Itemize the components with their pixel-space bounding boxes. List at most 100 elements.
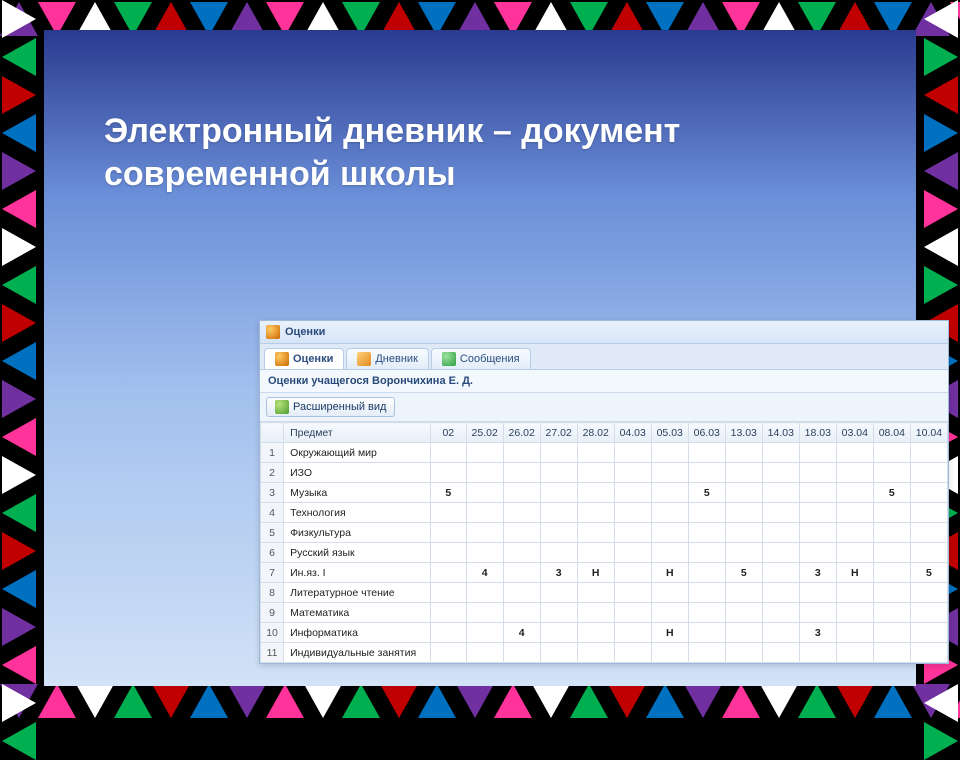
mark-cell[interactable] — [799, 463, 836, 483]
mark-cell[interactable] — [614, 523, 651, 543]
mark-cell[interactable] — [762, 583, 799, 603]
mark-cell[interactable]: 5 — [873, 483, 910, 503]
mark-cell[interactable] — [799, 483, 836, 503]
mark-cell[interactable] — [799, 443, 836, 463]
mark-cell[interactable] — [503, 503, 540, 523]
mark-cell[interactable] — [688, 503, 725, 523]
mark-cell[interactable] — [577, 543, 614, 563]
mark-cell[interactable] — [910, 583, 947, 603]
mark-cell[interactable] — [688, 463, 725, 483]
mark-cell[interactable] — [836, 543, 873, 563]
mark-cell[interactable] — [503, 483, 540, 503]
mark-cell[interactable] — [910, 603, 947, 623]
mark-cell[interactable] — [910, 483, 947, 503]
mark-cell[interactable] — [799, 643, 836, 663]
mark-cell[interactable] — [836, 483, 873, 503]
mark-cell[interactable] — [577, 483, 614, 503]
mark-cell[interactable] — [910, 523, 947, 543]
mark-cell[interactable] — [466, 443, 503, 463]
mark-cell[interactable] — [688, 543, 725, 563]
mark-cell[interactable] — [762, 503, 799, 523]
mark-cell[interactable] — [540, 583, 577, 603]
mark-cell[interactable] — [873, 603, 910, 623]
grades-grid[interactable]: Предмет 0225.0226.0227.0228.0204.0305.03… — [260, 422, 948, 663]
mark-cell[interactable]: 3 — [540, 563, 577, 583]
mark-cell[interactable] — [836, 603, 873, 623]
mark-cell[interactable] — [725, 443, 762, 463]
mark-cell[interactable]: Н — [651, 623, 688, 643]
mark-cell[interactable] — [614, 463, 651, 483]
mark-cell[interactable] — [430, 563, 466, 583]
mark-cell[interactable]: Н — [651, 563, 688, 583]
table-row[interactable]: 8Литературное чтение — [261, 583, 948, 603]
mark-cell[interactable] — [503, 643, 540, 663]
mark-cell[interactable]: 3 — [799, 623, 836, 643]
mark-cell[interactable] — [540, 463, 577, 483]
mark-cell[interactable] — [725, 623, 762, 643]
mark-cell[interactable] — [799, 523, 836, 543]
mark-cell[interactable]: 5 — [688, 483, 725, 503]
mark-cell[interactable] — [540, 443, 577, 463]
mark-cell[interactable] — [910, 643, 947, 663]
mark-cell[interactable] — [503, 583, 540, 603]
mark-cell[interactable] — [577, 623, 614, 643]
mark-cell[interactable] — [725, 643, 762, 663]
table-row[interactable]: 10Информатика4Н3 — [261, 623, 948, 643]
mark-cell[interactable] — [762, 483, 799, 503]
tab-messages[interactable]: Сообщения — [431, 348, 531, 369]
mark-cell[interactable] — [577, 643, 614, 663]
mark-cell[interactable] — [799, 603, 836, 623]
mark-cell[interactable] — [614, 483, 651, 503]
mark-cell[interactable] — [688, 563, 725, 583]
table-row[interactable]: 6Русский язык — [261, 543, 948, 563]
mark-cell[interactable] — [466, 543, 503, 563]
mark-cell[interactable] — [688, 603, 725, 623]
mark-cell[interactable] — [577, 583, 614, 603]
expanded-view-button[interactable]: Расширенный вид — [266, 397, 395, 417]
mark-cell[interactable] — [836, 643, 873, 663]
table-row[interactable]: 3Музыка555 — [261, 483, 948, 503]
mark-cell[interactable] — [910, 463, 947, 483]
mark-cell[interactable] — [725, 543, 762, 563]
mark-cell[interactable] — [910, 543, 947, 563]
mark-cell[interactable] — [799, 503, 836, 523]
mark-cell[interactable] — [614, 623, 651, 643]
mark-cell[interactable] — [651, 463, 688, 483]
mark-cell[interactable] — [614, 643, 651, 663]
mark-cell[interactable] — [651, 483, 688, 503]
mark-cell[interactable]: 5 — [725, 563, 762, 583]
mark-cell[interactable] — [725, 463, 762, 483]
mark-cell[interactable] — [910, 503, 947, 523]
mark-cell[interactable] — [466, 463, 503, 483]
mark-cell[interactable] — [577, 523, 614, 543]
mark-cell[interactable] — [725, 603, 762, 623]
mark-cell[interactable] — [503, 463, 540, 483]
mark-cell[interactable] — [762, 543, 799, 563]
mark-cell[interactable] — [651, 503, 688, 523]
mark-cell[interactable] — [614, 543, 651, 563]
mark-cell[interactable]: 5 — [910, 563, 947, 583]
mark-cell[interactable]: 5 — [430, 483, 466, 503]
mark-cell[interactable] — [651, 523, 688, 543]
tab-diary[interactable]: Дневник — [346, 348, 429, 369]
mark-cell[interactable] — [577, 463, 614, 483]
mark-cell[interactable] — [503, 563, 540, 583]
mark-cell[interactable] — [540, 623, 577, 643]
mark-cell[interactable] — [836, 523, 873, 543]
mark-cell[interactable] — [466, 503, 503, 523]
mark-cell[interactable] — [762, 603, 799, 623]
mark-cell[interactable] — [503, 543, 540, 563]
mark-cell[interactable] — [430, 463, 466, 483]
mark-cell[interactable] — [873, 463, 910, 483]
table-row[interactable]: 4Технология — [261, 503, 948, 523]
mark-cell[interactable] — [577, 603, 614, 623]
mark-cell[interactable] — [688, 643, 725, 663]
mark-cell[interactable] — [540, 543, 577, 563]
mark-cell[interactable] — [430, 583, 466, 603]
mark-cell[interactable] — [799, 543, 836, 563]
mark-cell[interactable] — [836, 463, 873, 483]
table-row[interactable]: 1Окружающий мир — [261, 443, 948, 463]
mark-cell[interactable] — [762, 623, 799, 643]
mark-cell[interactable] — [430, 643, 466, 663]
mark-cell[interactable] — [688, 623, 725, 643]
